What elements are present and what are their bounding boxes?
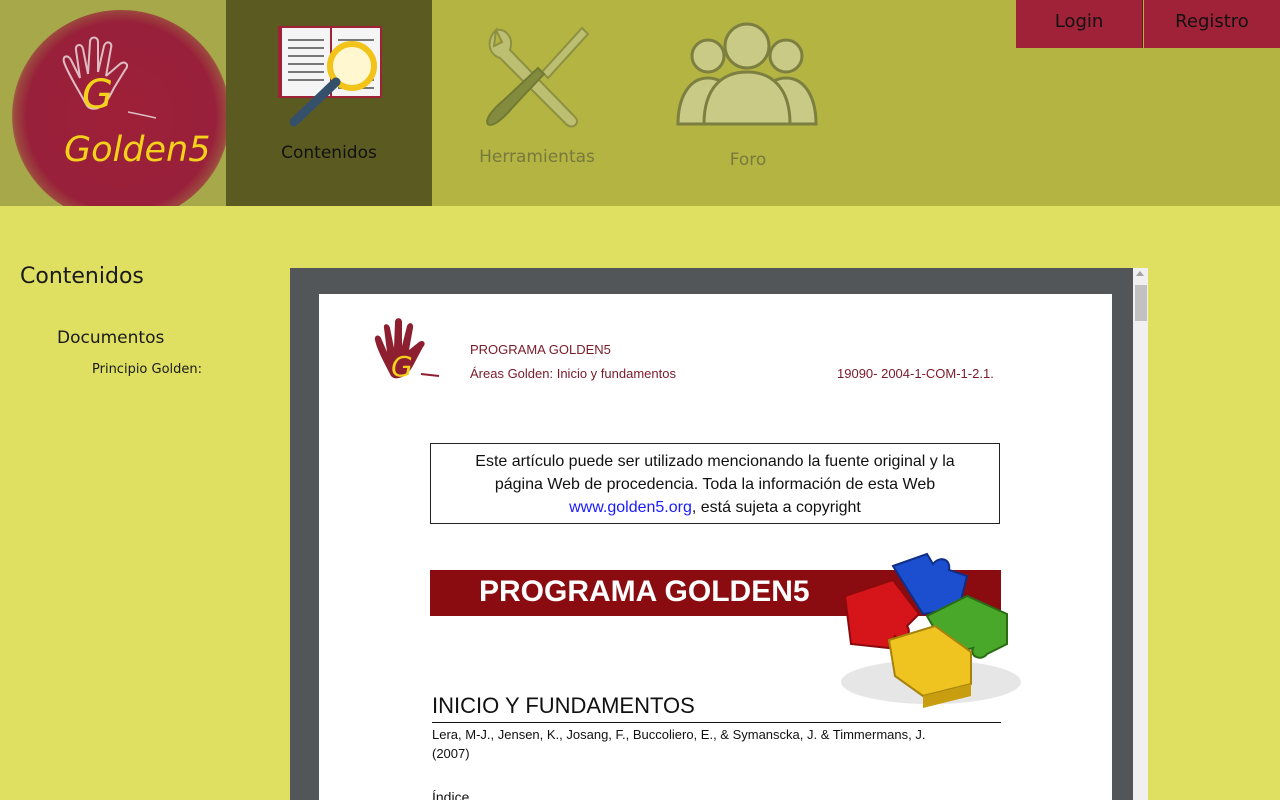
notice-line-1: Este artículo puede ser utilizado mencio… [475,453,955,470]
authors-line-1: Lera, M-J., Jensen, K., Josang, F., Bucc… [432,727,926,742]
nav-tab-herramientas[interactable]: Herramientas [432,0,642,206]
golden5-hand-logo-icon: G [374,318,440,383]
index-heading: Índice [432,789,470,800]
document-header-code: 19090- 2004-1-COM-1-2.1. [837,366,994,381]
puzzle-pieces-icon [841,552,1021,708]
scroll-up-arrow-icon[interactable] [1136,271,1144,276]
document-header-subtitle: Áreas Golden: Inicio y fundamentos [470,366,676,381]
nav-tab-foro[interactable]: Foro [642,0,854,206]
nav-label-foro: Foro [729,150,767,170]
program-banner-text: PROGRAMA GOLDEN5 [479,575,810,608]
notice-line-2: página Web de procedencia. Toda la infor… [494,476,936,493]
sidebar-item-principio-golden[interactable]: Principio Golden: [92,362,202,377]
logo-text: Golden5 [64,130,211,170]
document-authors: Lera, M-J., Jensen, K., Josang, F., Bucc… [432,725,992,763]
hand-logo-icon: G [62,36,157,119]
notice-line-3-rest: , está sujeta a copyright [691,499,861,516]
nav-tab-contenidos[interactable]: Contenidos [226,0,432,206]
golden5-website-link[interactable]: www.golden5.org [569,499,692,516]
copyright-notice: Este artículo puede ser utilizado mencio… [430,443,1000,524]
nav-label-herramientas: Herramientas [479,147,595,167]
scrollbar-thumb[interactable] [1135,285,1147,321]
svg-text:G: G [82,72,113,118]
section-title: INICIO Y FUNDAMENTOS [432,693,695,718]
sidebar-title: Contenidos [20,264,144,289]
nav-label-contenidos: Contenidos [281,143,377,163]
document-page: G PROGRAMA GOLDEN5 Áreas Golden: Inicio … [319,294,1112,800]
viewer-scrollbar[interactable] [1133,268,1148,800]
notice-line-3: www.golden5.org, está sujeta a copyright [431,496,999,519]
registro-button[interactable]: Registro [1144,0,1280,48]
svg-text:G: G [391,350,413,383]
sidebar-section-documentos[interactable]: Documentos [57,328,164,348]
book-magnifier-icon [278,26,382,127]
login-button[interactable]: Login [1016,0,1143,48]
wrench-screwdriver-icon [486,26,590,128]
people-group-icon [676,22,818,126]
section-divider [432,722,1001,723]
authors-line-2: (2007) [432,746,470,761]
document-header-title: PROGRAMA GOLDEN5 [470,342,611,357]
logo[interactable]: G Golden5 [0,0,226,206]
